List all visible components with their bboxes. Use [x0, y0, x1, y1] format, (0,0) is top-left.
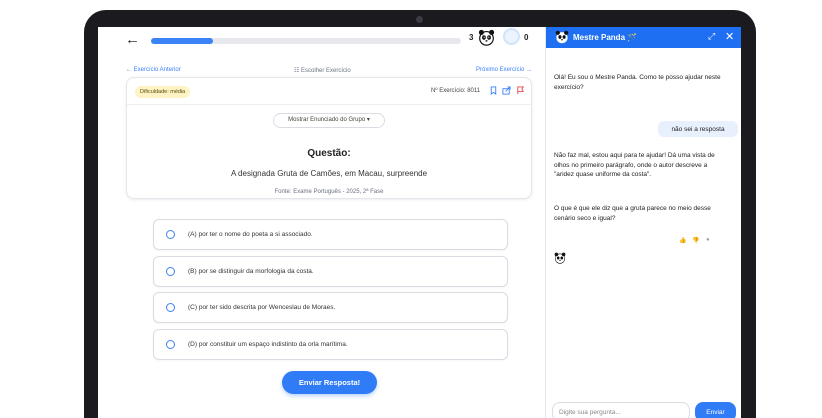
bot-message: Não faz mal, estou aqui para te ajudar! … [554, 152, 715, 178]
chat-header: Mestre Panda 🪄 ⤢ ✕ [546, 27, 741, 48]
thumbs-up-icon[interactable]: 👍 [679, 237, 686, 244]
panda-icon [478, 29, 495, 46]
card-divider [127, 104, 531, 105]
radio-button[interactable] [166, 303, 175, 312]
panda-typing-icon [554, 252, 566, 264]
webcam [416, 16, 423, 23]
radio-button[interactable] [166, 340, 175, 349]
expand-icon[interactable]: ⤢ [708, 31, 715, 42]
previous-exercise-link[interactable]: ← Exercício Anterior [126, 67, 181, 73]
answer-option-label: (A) por ter o nome do poeta a si associa… [188, 231, 313, 238]
share-icon[interactable] [502, 86, 511, 95]
laptop-frame: ← 3 0 ← Exercício Anterior ☷ Escolher Ex… [84, 10, 756, 418]
progress-fill [151, 38, 213, 44]
coin-count: 0 [524, 33, 529, 42]
answer-option-c[interactable]: (C) por ter sido descrita por Wenceslau … [153, 292, 508, 323]
close-icon[interactable]: ✕ [725, 30, 734, 43]
arrow-left-icon[interactable]: ← [125, 32, 140, 48]
answer-option-d[interactable]: (D) por constituir um espaço indistinto … [153, 329, 508, 360]
user-message: não sei a resposta [671, 126, 725, 133]
bot-message: Olá! Eu sou o Mestre Panda. Como te poss… [554, 74, 721, 91]
question-card: Dificuldade: média Nº Exercício: 8011 Mo… [126, 77, 532, 199]
send-button[interactable]: Enviar [695, 402, 736, 418]
answer-option-label: (B) por se distinguir da morfologia da c… [188, 268, 314, 275]
bot-message: O que é que ele diz que a gruta parece n… [554, 205, 711, 222]
report-flag-icon[interactable] [516, 86, 525, 95]
chat-title: Mestre Panda 🪄 [573, 33, 638, 42]
bookmark-icon[interactable] [489, 86, 498, 95]
progress-bar [151, 38, 461, 44]
app-screen: ← 3 0 ← Exercício Anterior ☷ Escolher Ex… [98, 27, 741, 418]
exercise-navigation: ← Exercício Anterior ☷ Escolher Exercíci… [126, 67, 532, 77]
answer-option-b[interactable]: (B) por se distinguir da morfologia da c… [153, 256, 508, 287]
exercise-number: Nº Exercício: 8011 [431, 88, 481, 94]
answer-option-label: (C) por ter sido descrita por Wenceslau … [188, 304, 336, 311]
next-exercise-link[interactable]: Próximo Exercício → [476, 67, 532, 73]
streak-count: 3 [469, 33, 474, 42]
user-message-bubble: não sei a resposta [658, 121, 738, 137]
submit-answer-button[interactable]: Enviar Resposta! [282, 371, 377, 394]
answer-option-a[interactable]: (A) por ter o nome do poeta a si associa… [153, 219, 508, 250]
question-heading: Questão: [307, 148, 351, 159]
chat-question-input[interactable] [552, 402, 690, 418]
info-icon[interactable]: ● [706, 237, 710, 243]
answer-option-label: (D) por constituir um espaço indistinto … [188, 341, 348, 348]
top-bar: ← 3 0 [98, 27, 543, 55]
radio-button[interactable] [166, 267, 175, 276]
thumbs-down-icon[interactable]: 👎 [692, 237, 699, 244]
panda-icon [555, 30, 569, 44]
coin-icon [503, 28, 520, 45]
radio-button[interactable] [166, 230, 175, 239]
question-source: Fonte: Exame Português - 2025, 2ª Fase [274, 189, 384, 195]
question-text: A designada Gruta de Camões, em Macau, s… [230, 169, 428, 178]
choose-exercise-link[interactable]: ☷ Escolher Exercício [294, 67, 351, 74]
chat-panel: Mestre Panda 🪄 ⤢ ✕ Olá! Eu sou o Mestre … [545, 27, 741, 418]
exercise-panel: ← 3 0 ← Exercício Anterior ☷ Escolher Ex… [98, 27, 543, 418]
difficulty-badge: Dificuldade: média [135, 86, 191, 98]
show-group-statement-button[interactable]: Mostrar Enunciado do Grupo ▾ [273, 113, 385, 128]
